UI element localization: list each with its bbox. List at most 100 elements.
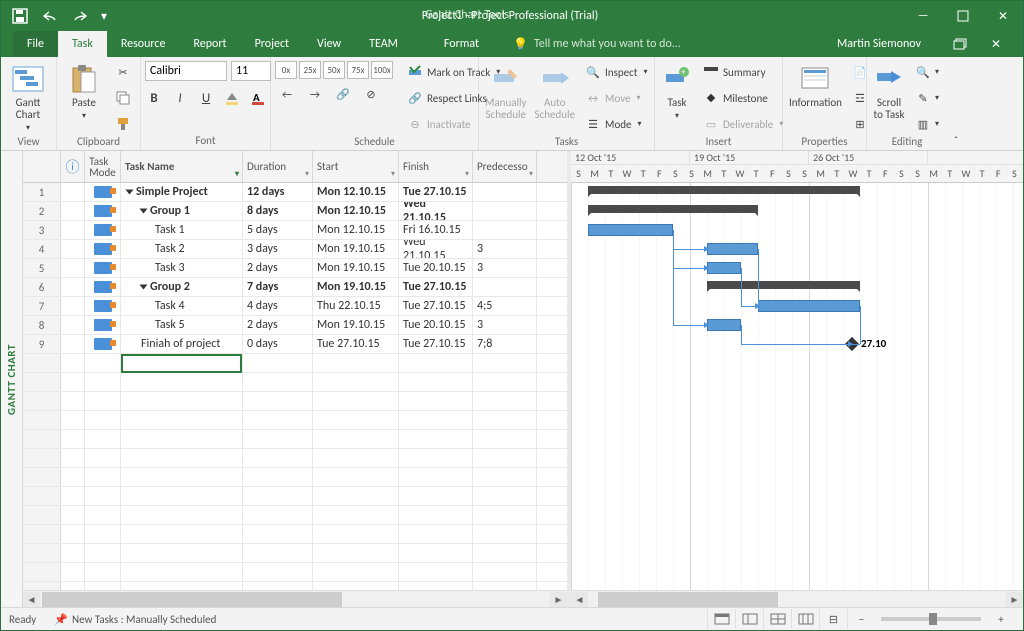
format-painter-button[interactable] [111,113,135,135]
task-insert-button[interactable]: + Task▾ [659,61,695,123]
scroll-left-icon[interactable]: ◄ [23,592,40,607]
tab-report[interactable]: Report [179,31,240,57]
task-bar[interactable] [707,262,741,274]
col-rownum[interactable] [23,151,61,182]
fill-color-button[interactable] [223,89,241,107]
ribbon-tabs: File Task Resource Report Project View T… [1,31,1023,57]
find-button[interactable]: 🔍▾ [911,61,943,83]
view-shortcut-3[interactable] [763,609,791,629]
redo-icon[interactable] [67,4,93,28]
underline-button[interactable]: U [197,89,215,107]
tab-format[interactable]: Format [430,31,493,57]
view-shortcut-2[interactable] [735,609,763,629]
pct-50-button[interactable]: 50x [323,61,345,79]
move-button[interactable]: ↔Move▾ [581,87,651,109]
grid-hscroll[interactable]: ◄ ► [23,590,567,607]
pct-100-button[interactable]: 100x [371,61,393,79]
zoom-presets[interactable]: ⊟ [819,609,847,629]
summary-bar[interactable] [588,186,860,194]
gantt-chart-button[interactable]: Gantt Chart▾ [5,61,51,135]
undo-icon[interactable] [37,4,63,28]
tab-file[interactable]: File [13,31,58,57]
table-row[interactable]: 9 Finiah of project 0 days Tue 27.10.15 … [23,335,567,354]
zoom-out[interactable]: − [847,609,875,629]
scroll-to-task-icon [873,63,905,95]
gantt-hscroll[interactable]: ◄ ► [571,590,1023,607]
table-row[interactable]: 2 Group 1 8 days Mon 12.10.15 Wed 21.10.… [23,202,567,221]
scroll-right-icon[interactable]: ► [550,592,567,607]
zoom-in[interactable]: + [987,609,1015,629]
pct-75-button[interactable]: 75x [347,61,369,79]
deliverable-button[interactable]: ▭Deliverable▾ [699,113,787,135]
collapse-ribbon-icon[interactable]: ˆ [947,57,965,150]
tab-team[interactable]: TEAM [355,31,412,57]
col-start[interactable]: Start▾ [313,151,399,182]
table-row[interactable]: 7 Task 4 4 days Thu 22.10.15 Tue 27.10.1… [23,297,567,316]
col-predecessors[interactable]: Predecesso▾ [473,151,537,182]
view-shortcut-1[interactable] [707,609,735,629]
tab-resource[interactable]: Resource [107,31,180,57]
copy-button[interactable] [111,87,135,109]
tab-task[interactable]: Task [58,31,107,57]
pct-25-button[interactable]: 25x [299,61,321,79]
summary-bar[interactable] [588,205,758,213]
table-row[interactable]: 8 Task 5 2 days Mon 19.10.15 Tue 20.10.1… [23,316,567,335]
table-row[interactable]: 6 Group 2 7 days Mon 19.10.15 Tue 27.10.… [23,278,567,297]
table-row[interactable]: 4 Task 2 3 days Mon 19.10.15 Wed 21.10.1… [23,240,567,259]
milestone-button[interactable]: Milestone [699,87,787,109]
restore-window-icon[interactable] [945,38,975,50]
tab-project[interactable]: Project [241,31,303,57]
mode-button[interactable]: ☰Mode▾ [581,113,651,135]
bold-button[interactable]: B [145,89,163,107]
zoom-slider[interactable] [881,617,981,621]
user-name[interactable]: Martin Siemonov [825,31,933,57]
table-row[interactable]: 3 Task 1 5 days Mon 12.10.15 Fri 16.10.1… [23,221,567,240]
fill-button[interactable]: ▥▾ [911,113,943,135]
maximize-icon[interactable] [943,1,983,31]
unlink-button[interactable]: ⊘ [359,83,383,105]
scroll-left-icon[interactable]: ◄ [571,592,588,607]
font-size-input[interactable] [231,61,271,81]
close-doc-icon[interactable]: ✕ [981,37,1011,52]
qat-customize-icon[interactable]: ▾ [97,4,111,28]
save-icon[interactable] [7,4,33,28]
manually-schedule-button[interactable]: Manually Schedule [483,61,529,123]
information-button[interactable]: Information [787,61,844,111]
task-bar[interactable] [707,243,758,255]
col-info[interactable]: ⓘ [61,151,85,182]
inspect-button[interactable]: 🔍Inspect▾ [581,61,651,83]
outdent-button[interactable]: ← [275,83,299,105]
task-bar[interactable] [707,319,741,331]
milestone-label: 27.10 [861,337,886,350]
font-name-input[interactable] [145,61,227,81]
col-finish[interactable]: Finish▾ [399,151,473,182]
tab-view[interactable]: View [303,31,355,57]
font-color-button[interactable]: A [249,89,267,107]
tell-me[interactable]: 💡Tell me what you want to do... [493,31,825,57]
italic-button[interactable]: I [171,89,189,107]
table-row[interactable]: 1 Simple Project 12 days Mon 12.10.15 Tu… [23,183,567,202]
gantt-body[interactable]: 27.10 [571,183,1023,590]
day-header: S [668,165,684,182]
col-duration[interactable]: Duration▾ [243,151,313,182]
paste-button[interactable]: Paste▾ [61,61,107,123]
summary-bar[interactable] [707,281,860,289]
clear-button[interactable]: ✎▾ [911,87,943,109]
task-bar[interactable] [588,224,673,236]
scroll-to-task-button[interactable]: Scroll to Task [871,61,907,123]
table-row[interactable]: 5 Task 3 2 days Mon 19.10.15 Tue 20.10.1… [23,259,567,278]
col-taskmode[interactable]: Task Mode [85,151,121,182]
summary-button[interactable]: Summary [699,61,787,83]
link-button[interactable]: 🔗 [331,83,355,105]
pct-0-button[interactable]: 0x [275,61,297,79]
scroll-right-icon[interactable]: ► [1006,592,1023,607]
task-bar[interactable] [758,300,860,312]
task-grid: ⓘ Task Mode Task Name▾ Duration▾ Start▾ … [23,151,571,607]
view-shortcut-4[interactable] [791,609,819,629]
close-icon[interactable]: ✕ [983,1,1023,31]
minimize-icon[interactable]: — [903,1,943,31]
indent-button[interactable]: → [303,83,327,105]
auto-schedule-button[interactable]: Auto Schedule [533,61,578,123]
col-taskname[interactable]: Task Name▾ [121,151,243,182]
cut-button[interactable]: ✂ [111,61,135,83]
